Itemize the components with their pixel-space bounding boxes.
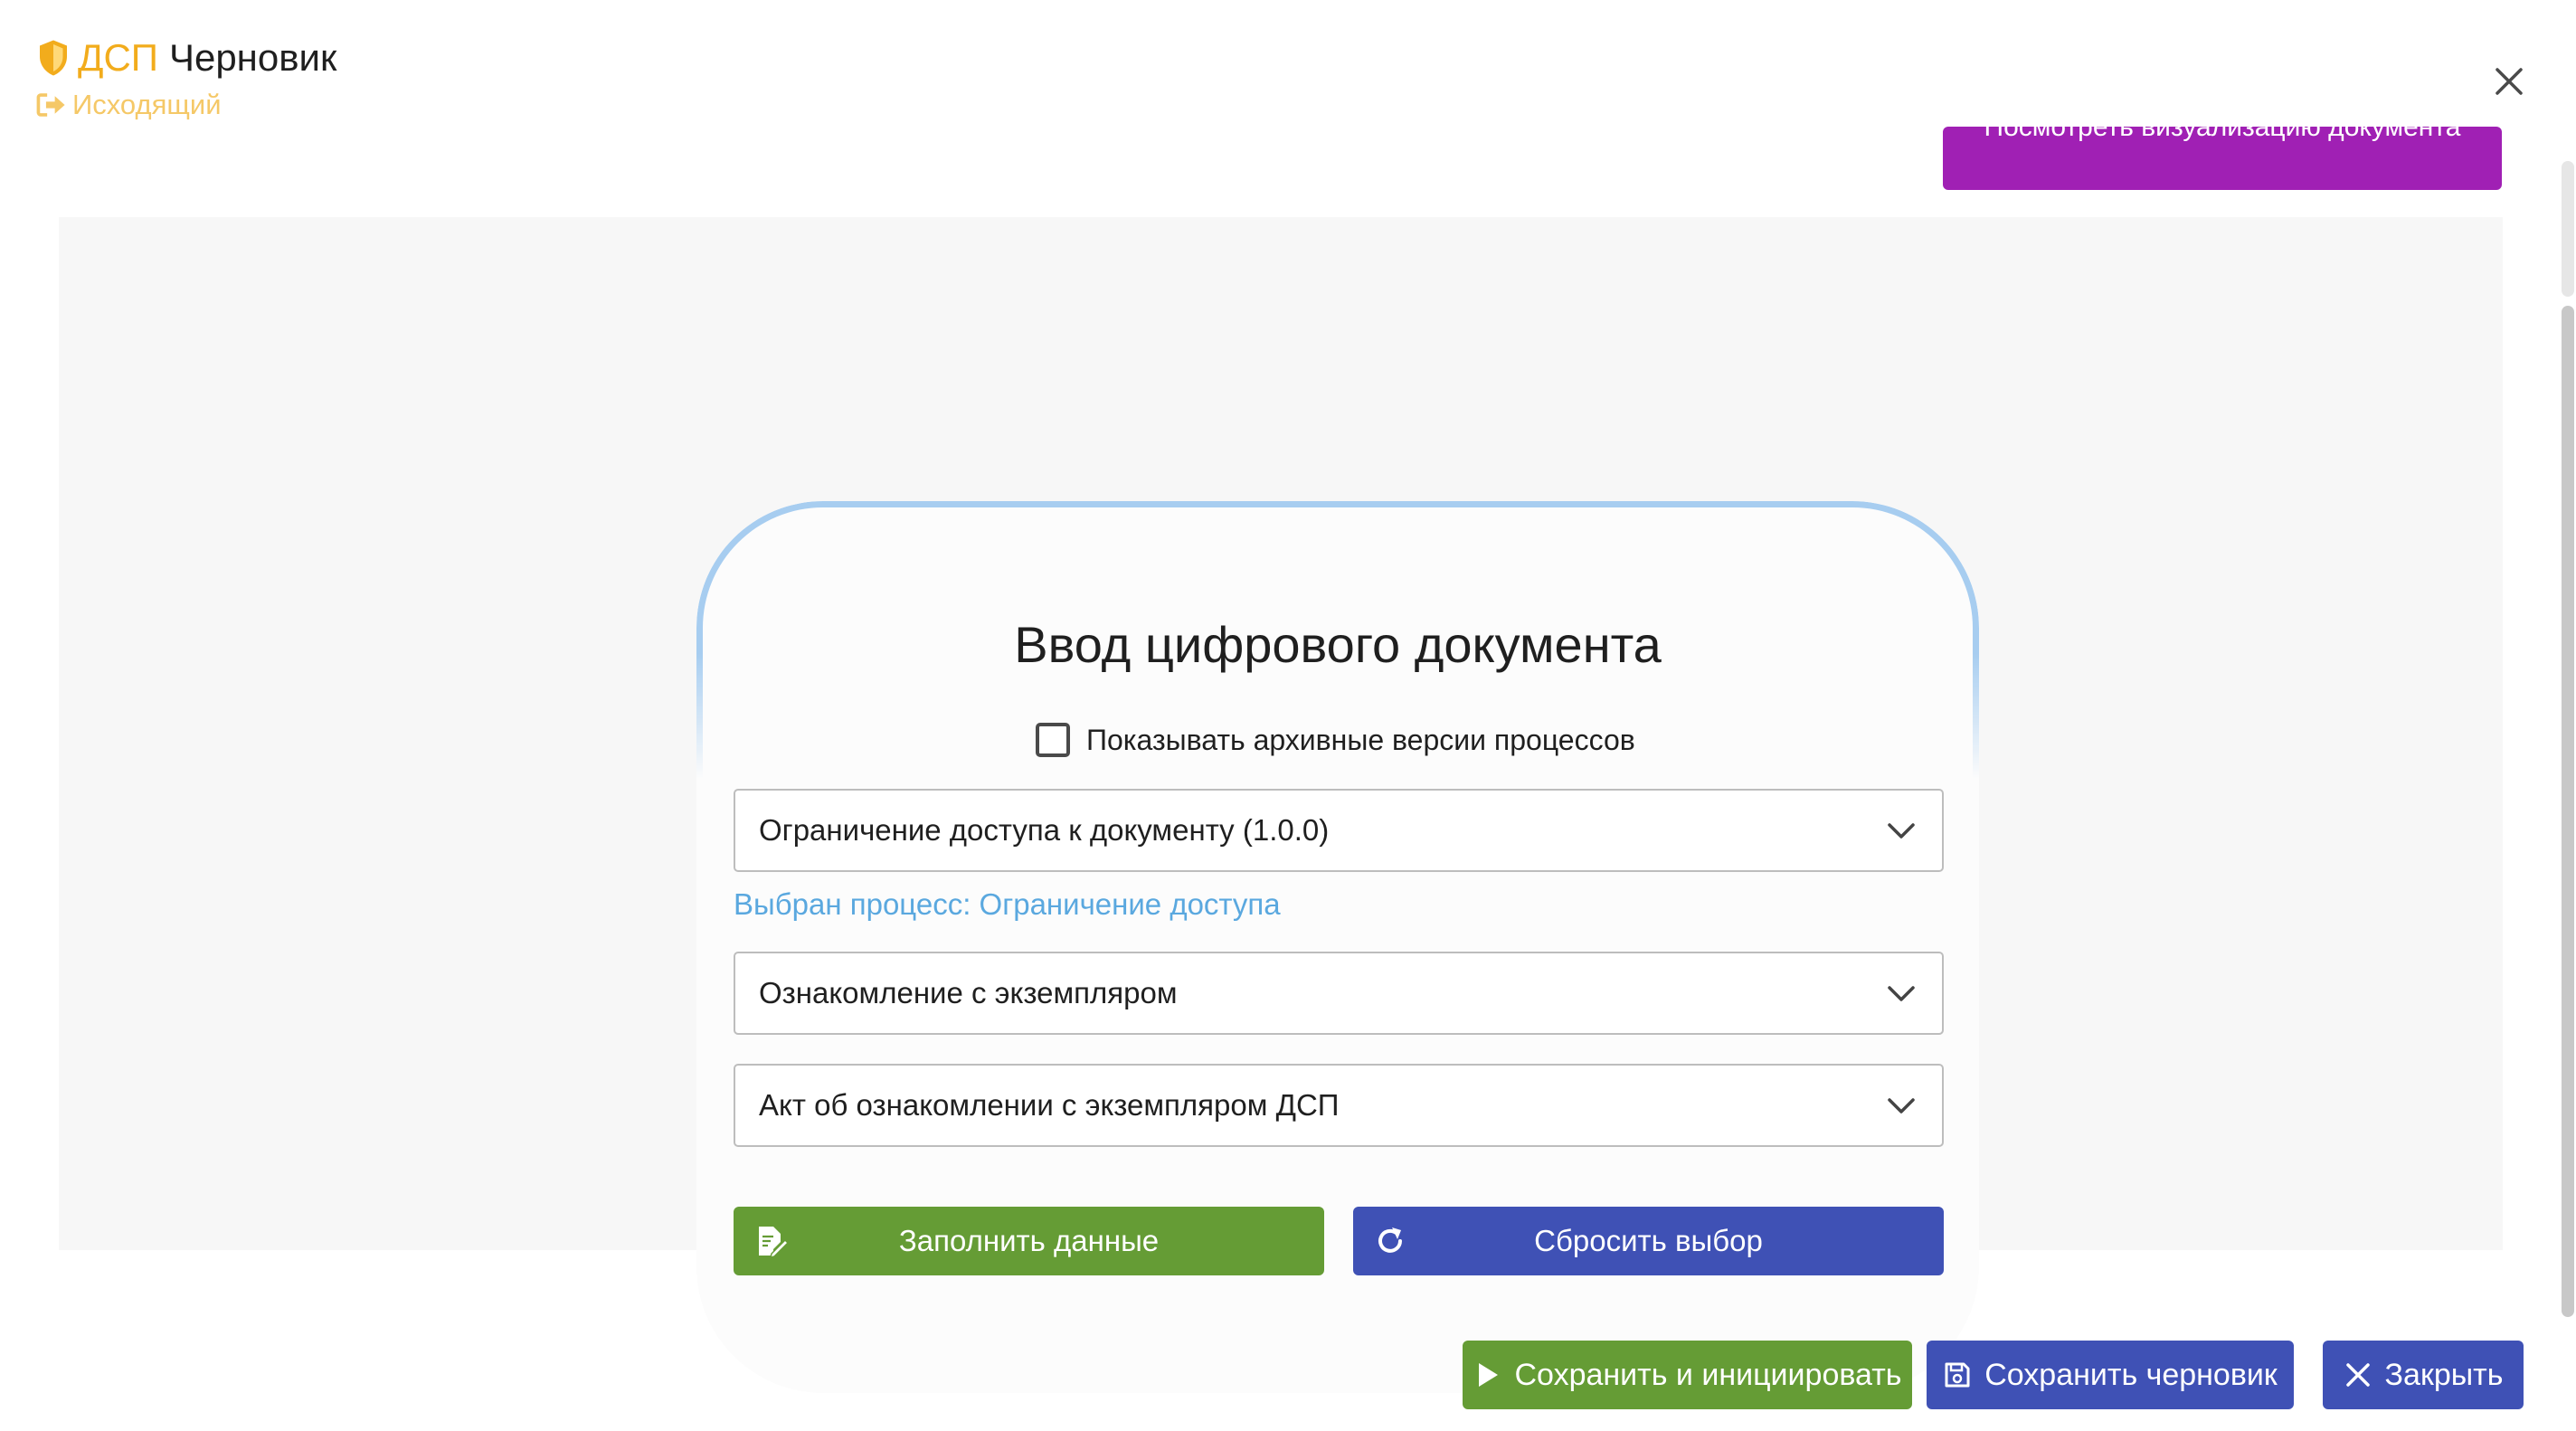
chevron-down-icon — [1888, 1098, 1915, 1114]
chevron-down-icon — [1888, 986, 1915, 1001]
stage-select[interactable]: Ознакомление с экземпляром — [734, 952, 1944, 1035]
save-draft-label: Сохранить черновик — [1984, 1358, 2278, 1392]
archive-versions-checkbox[interactable] — [1036, 723, 1070, 757]
reset-selection-button[interactable]: Сбросить выбор — [1353, 1207, 1944, 1275]
document-title: ДСП Черновик — [36, 34, 336, 81]
chosen-process-text: Выбран процесс: Ограничение доступа — [734, 887, 1281, 921]
direction-indicator: Исходящий — [36, 87, 222, 123]
chevron-down-icon — [1888, 823, 1915, 839]
status-label: Черновик — [168, 36, 337, 79]
scrollbar-track[interactable] — [2562, 161, 2574, 297]
template-select-value: Акт об ознакомлении с экземпляром ДСП — [759, 1088, 1340, 1122]
fill-data-button[interactable]: Заполнить данные — [734, 1207, 1324, 1275]
classification-label: ДСП — [78, 36, 158, 79]
process-select[interactable]: Ограничение доступа к документу (1.0.0) — [734, 789, 1944, 872]
fill-data-label: Заполнить данные — [898, 1224, 1160, 1257]
archive-versions-toggle[interactable]: Показывать архивные версии процессов — [1036, 720, 1635, 760]
stage-select-value: Ознакомление с экземпляром — [759, 976, 1178, 1009]
document-input-card: Ввод цифрового документа Показывать архи… — [696, 501, 1979, 1393]
refresh-icon — [1378, 1227, 1402, 1253]
reset-selection-label: Сбросить выбор — [1534, 1224, 1763, 1257]
edit-document-icon — [759, 1227, 788, 1258]
shield-icon — [40, 40, 67, 76]
archive-versions-label: Показывать архивные версии процессов — [1086, 724, 1635, 756]
save-and-initiate-label: Сохранить и инициировать — [1514, 1358, 1902, 1392]
content-panel: Ввод цифрового документа Показывать архи… — [59, 217, 2503, 1393]
outgoing-icon — [36, 93, 65, 117]
close-icon — [2345, 1363, 2370, 1387]
close-icon[interactable] — [2493, 65, 2525, 98]
view-visualization-button[interactable]: Посмотреть визуализацию документа — [1943, 127, 2502, 190]
direction-label: Исходящий — [72, 89, 222, 120]
scrollbar-thumb[interactable] — [2562, 306, 2574, 1317]
template-select[interactable]: Акт об ознакомлении с экземпляром ДСП — [734, 1064, 1944, 1147]
save-draft-button[interactable]: Сохранить черновик — [1927, 1341, 2294, 1409]
play-icon — [1479, 1363, 1499, 1387]
save-icon — [1945, 1362, 1970, 1388]
view-visualization-label: Посмотреть визуализацию документа — [1984, 127, 2461, 142]
process-select-value: Ограничение доступа к документу (1.0.0) — [759, 813, 1330, 847]
save-and-initiate-button[interactable]: Сохранить и инициировать — [1463, 1341, 1912, 1409]
close-button[interactable]: Закрыть — [2323, 1341, 2524, 1409]
card-title: Ввод цифрового документа — [1014, 616, 1662, 673]
close-label: Закрыть — [2384, 1358, 2504, 1392]
